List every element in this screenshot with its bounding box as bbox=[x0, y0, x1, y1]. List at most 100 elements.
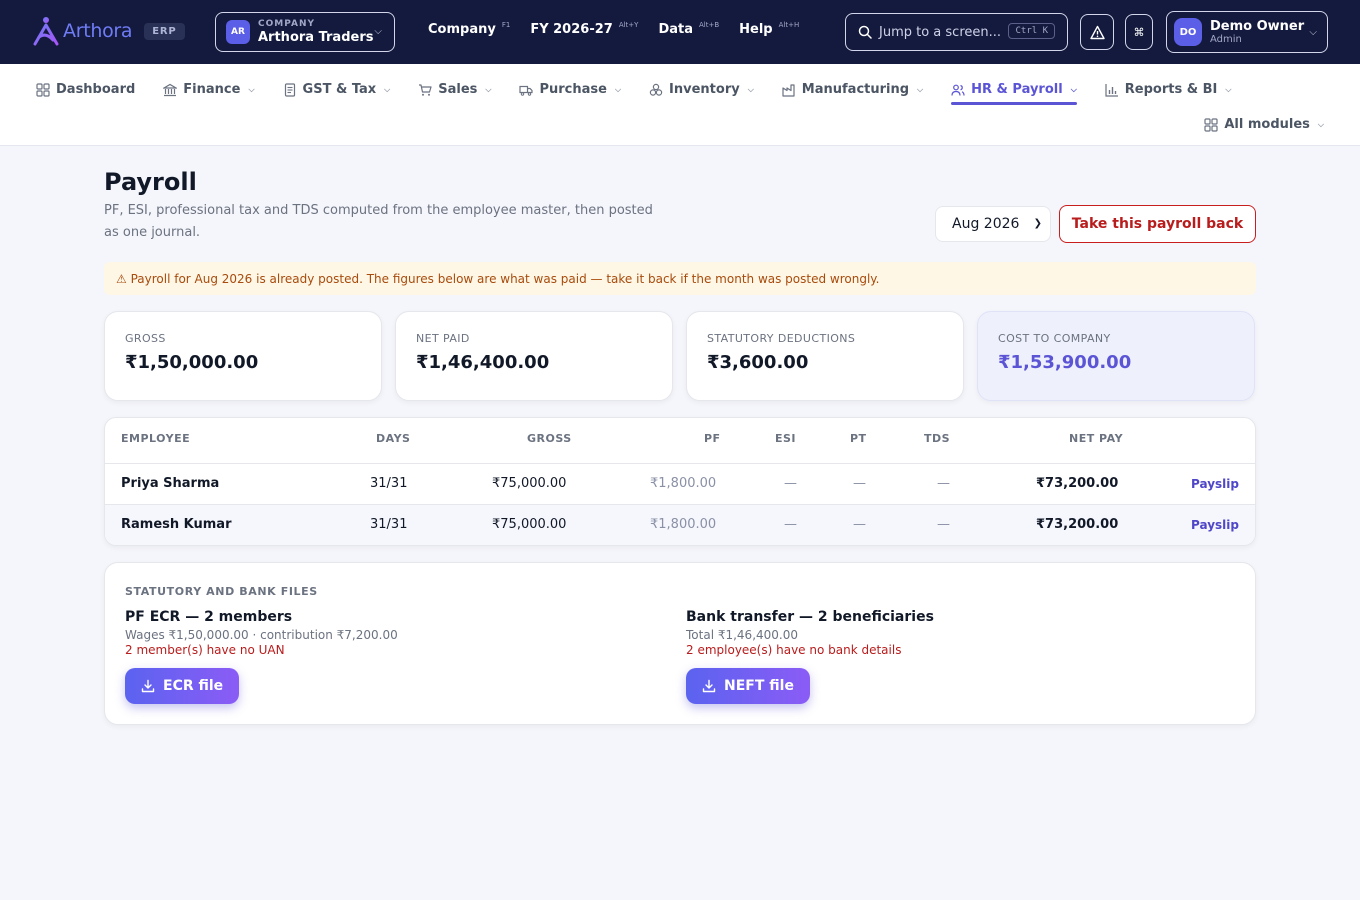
user-menu[interactable]: DO Demo Owner Admin ⌵ bbox=[1166, 11, 1328, 53]
bar-chart-icon bbox=[1105, 83, 1118, 97]
pt-cell: — bbox=[853, 476, 866, 491]
module-gst-tax[interactable]: GST & Tax ⌵ bbox=[283, 75, 391, 104]
month-value: Aug 2026 bbox=[952, 216, 1020, 232]
module-label: Purchase bbox=[539, 82, 607, 97]
days-cell: 31/31 bbox=[370, 476, 408, 491]
chevron-down-icon: ⌵ bbox=[1225, 84, 1232, 94]
pf-ecr-detail: Wages ₹1,50,000.00 · contribution ₹7,200… bbox=[125, 628, 398, 642]
top-bar: Arthora ERP AR COMPANY Arthora Traders ⌵… bbox=[0, 0, 1360, 64]
company-name: Arthora Traders bbox=[258, 30, 374, 45]
erp-badge: ERP bbox=[144, 22, 185, 40]
neft-file-button[interactable]: NEFT file bbox=[686, 668, 810, 704]
net-pay-cell: ₹73,200.00 bbox=[1036, 476, 1119, 491]
user-name: Demo Owner bbox=[1210, 18, 1305, 34]
arthora-logo-icon bbox=[33, 17, 59, 46]
col-days: DAYS bbox=[376, 432, 411, 445]
stat-value: ₹1,46,400.00 bbox=[416, 352, 550, 373]
module-reports-bi[interactable]: Reports & BI ⌵ bbox=[1105, 75, 1232, 104]
all-modules-label: All modules bbox=[1224, 117, 1310, 132]
chevron-down-icon: ⌵ bbox=[248, 84, 255, 94]
brand-name: Arthora bbox=[63, 20, 133, 42]
chevron-down-icon: ⌵ bbox=[1070, 84, 1077, 94]
menu-shortcut: Alt+B bbox=[699, 21, 720, 29]
col-net-pay: NET PAY bbox=[1069, 432, 1124, 445]
stat-label: GROSS bbox=[125, 332, 166, 345]
brand-logo[interactable]: Arthora ERP bbox=[32, 16, 185, 46]
search-icon bbox=[858, 25, 872, 39]
module-inventory[interactable]: Inventory ⌵ bbox=[649, 75, 754, 104]
gross-cell: ₹75,000.00 bbox=[492, 476, 567, 491]
download-icon bbox=[141, 679, 155, 693]
menu-help[interactable]: Help Alt+H bbox=[739, 21, 800, 37]
menu-shortcut: Alt+H bbox=[778, 21, 800, 29]
menu-company[interactable]: Company F1 bbox=[428, 21, 510, 37]
payslip-link[interactable]: Payslip bbox=[1191, 518, 1239, 532]
module-label: Manufacturing bbox=[801, 82, 910, 97]
menu-label: FY 2026-27 bbox=[530, 22, 613, 37]
command-button[interactable]: ⌘ bbox=[1125, 14, 1153, 50]
truck-icon bbox=[519, 85, 534, 96]
employee-name: Priya Sharma bbox=[121, 476, 220, 491]
download-icon bbox=[702, 679, 716, 693]
module-label: GST & Tax bbox=[302, 82, 377, 97]
chevron-down-icon: ⌵ bbox=[917, 84, 924, 94]
stat-gross: GROSS ₹1,50,000.00 bbox=[104, 311, 382, 401]
tds-cell: — bbox=[937, 517, 950, 532]
warning-icon bbox=[1089, 25, 1105, 39]
chevron-down-icon: ⌵ bbox=[1309, 27, 1317, 38]
stat-cost-to-company: COST TO COMPANY ₹1,53,900.00 bbox=[977, 311, 1255, 401]
page-title: Payroll bbox=[104, 168, 197, 196]
users-icon bbox=[951, 84, 965, 96]
stat-label: NET PAID bbox=[416, 332, 470, 345]
pf-cell: ₹1,800.00 bbox=[650, 517, 717, 532]
module-sales[interactable]: Sales ⌵ bbox=[418, 75, 491, 104]
menu-data[interactable]: Data Alt+B bbox=[658, 21, 720, 37]
stat-value: ₹1,53,900.00 bbox=[998, 352, 1132, 373]
module-dashboard[interactable]: Dashboard bbox=[36, 75, 135, 104]
top-menu: Company F1 FY 2026-27 Alt+Y Data Alt+B Help… bbox=[428, 21, 800, 37]
command-icon: ⌘ bbox=[1133, 25, 1145, 39]
module-label: Inventory bbox=[669, 82, 740, 97]
gross-cell: ₹75,000.00 bbox=[492, 517, 567, 532]
search-box[interactable]: Jump to a screen... Ctrl K bbox=[845, 13, 1068, 51]
company-avatar: AR bbox=[226, 20, 250, 44]
col-employee: EMPLOYEE bbox=[121, 432, 191, 445]
module-hr-payroll[interactable]: HR & Payroll ⌵ bbox=[951, 75, 1077, 105]
chevron-down-icon: ⌵ bbox=[374, 26, 382, 37]
net-pay-cell: ₹73,200.00 bbox=[1036, 517, 1119, 532]
month-select[interactable]: Aug 2026 ❯ bbox=[935, 206, 1051, 242]
grid-icon bbox=[36, 82, 50, 97]
col-pf: PF bbox=[704, 432, 721, 445]
module-finance[interactable]: Finance ⌵ bbox=[163, 75, 255, 104]
module-label: Dashboard bbox=[56, 82, 136, 97]
table-row: Ramesh Kumar 31/31 ₹75,000.00 ₹1,800.00 … bbox=[105, 504, 1255, 545]
ecr-file-button[interactable]: ECR file bbox=[125, 668, 240, 704]
module-manufacturing[interactable]: Manufacturing ⌵ bbox=[782, 75, 923, 104]
bank-icon bbox=[163, 83, 178, 96]
factory-icon bbox=[782, 83, 795, 97]
alerts-button[interactable] bbox=[1080, 14, 1114, 50]
statutory-files-card: STATUTORY AND BANK FILES PF ECR — 2 memb… bbox=[104, 562, 1256, 725]
document-icon bbox=[284, 82, 295, 97]
chevron-down-icon: ❯ bbox=[1033, 218, 1042, 229]
grid-icon bbox=[1204, 117, 1218, 132]
days-cell: 31/31 bbox=[370, 517, 408, 532]
all-modules-menu[interactable]: All modules ⌵ bbox=[1204, 117, 1324, 132]
boxes-icon bbox=[649, 83, 663, 96]
bank-transfer-block: Bank transfer — 2 beneficiaries Total ₹1… bbox=[686, 609, 934, 657]
stat-label: STATUTORY DEDUCTIONS bbox=[707, 332, 856, 345]
chevron-down-icon: ⌵ bbox=[384, 84, 391, 94]
stat-value: ₹1,50,000.00 bbox=[125, 352, 259, 373]
employee-name: Ramesh Kumar bbox=[121, 517, 232, 532]
take-payroll-back-button[interactable]: Take this payroll back bbox=[1059, 205, 1256, 243]
payslip-link[interactable]: Payslip bbox=[1191, 477, 1239, 491]
user-role: Admin bbox=[1210, 33, 1242, 45]
menu-fiscal-year[interactable]: FY 2026-27 Alt+Y bbox=[530, 21, 638, 37]
module-purchase[interactable]: Purchase ⌵ bbox=[519, 75, 621, 104]
module-label: Finance bbox=[183, 82, 241, 97]
company-switcher[interactable]: AR COMPANY Arthora Traders ⌵ bbox=[215, 12, 395, 52]
menu-label: Help bbox=[739, 22, 773, 37]
chevron-down-icon: ⌵ bbox=[485, 84, 492, 94]
chevron-down-icon: ⌵ bbox=[1317, 119, 1324, 129]
button-label: NEFT file bbox=[724, 678, 794, 694]
